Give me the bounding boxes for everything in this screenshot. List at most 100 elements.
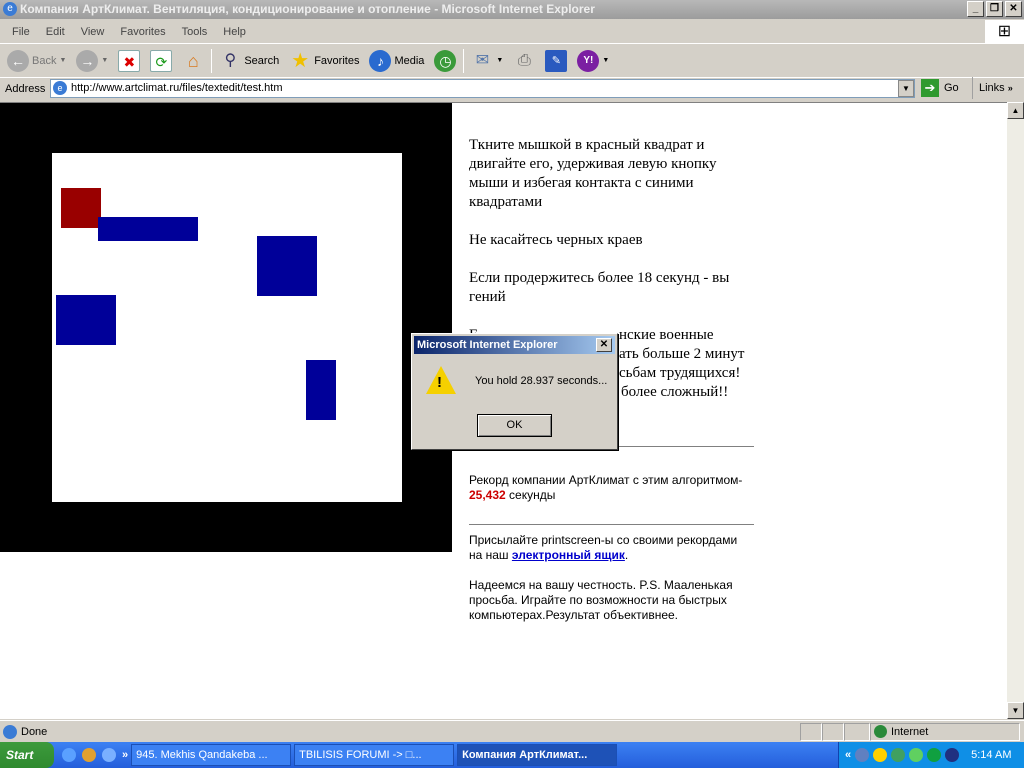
messenger-quicklaunch-icon[interactable] [82,748,96,762]
status-panel [822,722,844,741]
yahoo-button[interactable]: Y! ▼ [574,48,612,74]
favorites-button[interactable]: ★ Favorites [286,48,362,74]
menu-file[interactable]: File [4,26,38,38]
partial-text: сьбам трудящихся! [619,365,741,381]
record-value: 25,432 [469,488,506,502]
back-button[interactable]: ← Back ▼ [4,48,69,74]
dialog-message: You hold 28.937 seconds... [475,375,608,387]
media-button[interactable]: ♪ Media [366,48,427,74]
favorites-label: Favorites [314,54,360,67]
dialog-close-button[interactable]: ✕ [596,338,612,352]
record-text: Рекорд компании АртКлимат с этим алгорит… [469,473,743,502]
menu-view[interactable]: View [73,26,113,38]
history-icon: ◷ [434,49,457,72]
restore-button[interactable]: ❐ [986,1,1003,17]
tray-icon[interactable] [891,748,906,762]
tray-icon[interactable] [945,748,960,762]
links-label: Links [979,82,1005,94]
tray-icon[interactable] [927,748,942,762]
home-button[interactable]: ⌂ [179,48,207,74]
yahoo-icon: Y! [577,49,600,72]
alert-dialog: Microsoft Internet Explorer ✕ ! You hold… [411,333,618,450]
menu-bar: File Edit View Favorites Tools Help [0,20,985,44]
dialog-title: Microsoft Internet Explorer [417,339,558,351]
scroll-down-button[interactable]: ▼ [1007,702,1024,719]
partial-text: более сложный!! [621,384,729,400]
links-button[interactable]: Links » [972,77,1013,99]
tray-icon[interactable] [909,748,924,762]
ie-quicklaunch-icon[interactable] [62,748,76,762]
stop-button[interactable]: ✖ [115,48,143,74]
tray-icon[interactable] [873,748,888,762]
globe-icon [874,725,887,738]
print-button[interactable]: ⎙ [510,48,538,74]
honesty-text: Надеемся на вашу честность. P.S. Маалень… [469,578,733,622]
back-arrow-icon: ← [7,49,29,72]
blue-rectangle [306,360,336,420]
instructions-text: Ткните мышкой в красный квадрат и двигайт… [469,137,717,210]
taskbar-item[interactable]: TBILISIS FORUMI -> □... [294,744,455,766]
menu-tools[interactable]: Tools [174,26,216,38]
menu-help[interactable]: Help [215,26,254,38]
page-icon: e [53,81,67,95]
search-icon: ⚲ [224,51,237,69]
vertical-scrollbar[interactable]: ▲ ▼ [1007,102,1024,719]
menu-edit[interactable]: Edit [38,26,73,38]
send-text: Присылайте printscreen-ы со своими рекор… [469,533,738,562]
menu-favorites[interactable]: Favorites [112,26,173,38]
dropdown-icon: ▼ [602,57,610,64]
email-link[interactable]: электронный ящик [512,548,625,562]
media-label: Media [394,54,425,67]
forward-arrow-icon: → [76,49,99,72]
status-panel [844,722,870,741]
ie-icon: e [3,2,17,16]
edit-button[interactable]: ✎ [542,48,570,74]
refresh-button[interactable]: ⟳ [147,48,175,74]
blue-square [257,236,317,296]
windows-logo-icon: ⊞ [985,20,1024,44]
star-icon: ★ [291,49,310,72]
minimize-button[interactable]: _ [967,1,984,17]
history-button[interactable]: ◷ [431,48,459,74]
chevron-icon: » [1007,83,1013,93]
address-dropdown[interactable]: ▼ [898,80,914,97]
toolbar-separator [463,48,465,73]
forward-button[interactable]: → ▼ [73,48,111,74]
dropdown-icon: ▼ [101,57,109,64]
quicklaunch-icon[interactable] [102,748,116,762]
genius-text: Если продержитесь более 18 секунд - вы ге… [469,270,730,305]
blue-rectangle [56,295,116,345]
red-square[interactable] [61,188,101,228]
blue-rectangle [98,217,198,241]
tray-icon[interactable] [855,748,870,762]
go-label: Go [944,82,959,94]
dropdown-icon: ▼ [59,57,67,64]
ok-button[interactable]: OK [477,414,552,437]
system-tray: « 5:14 AM [838,742,1024,768]
mail-icon: ✉ [475,51,490,69]
mail-button[interactable]: ✉ ▼ [468,48,506,74]
warning-exclamation: ! [437,374,442,391]
home-icon: ⌂ [187,50,199,71]
close-button[interactable]: ✕ [1005,1,1022,17]
taskbar-item-active[interactable]: Компания АртКлимат... [457,744,618,766]
taskbar-item[interactable]: 945. Mekhis Qandakeba ... [131,744,292,766]
toolbar-separator [211,48,213,73]
search-button[interactable]: ⚲ Search [216,48,282,74]
rule-text: Не касайтесь черных краев [469,232,643,248]
quicklaunch-chevron-icon[interactable]: » [122,749,128,761]
address-input[interactable]: http://www.artclimat.ru/files/textedit/t… [50,79,915,98]
media-icon: ♪ [369,49,392,72]
divider [469,524,754,525]
printer-icon: ⎙ [517,51,531,69]
go-button[interactable]: ➔ Go [921,79,959,97]
start-button[interactable]: Start [0,742,54,768]
status-bar: Done Internet [0,720,1024,742]
partial-text: нские военные [619,327,714,343]
search-label: Search [244,54,280,67]
tray-expand-icon[interactable]: « [845,742,851,768]
scroll-up-button[interactable]: ▲ [1007,102,1024,119]
title-bar: Компания АртКлимат. Вентиляция, кондицио… [0,0,1024,19]
status-text: Done [21,725,48,738]
address-label: Address [5,83,46,95]
